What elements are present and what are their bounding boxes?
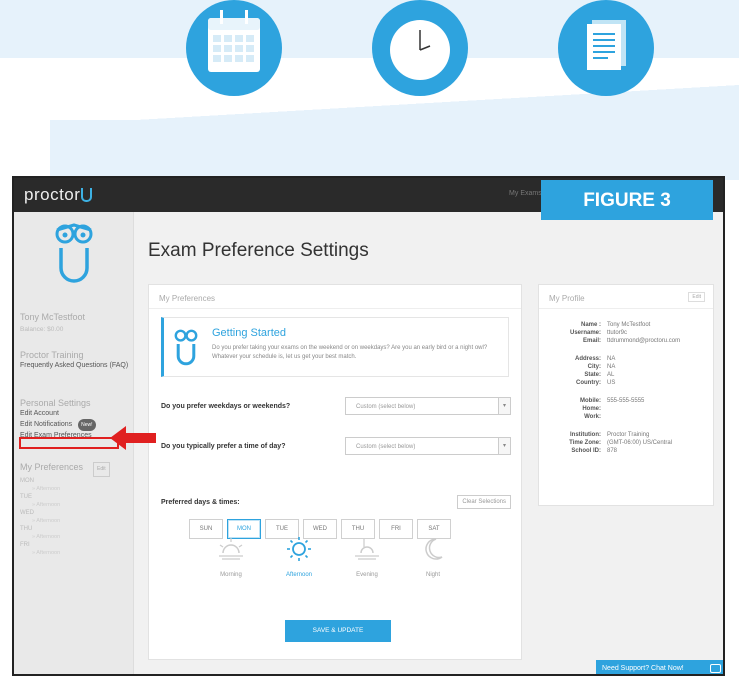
- profile-row: Mobile: 555-555-5555: [580, 398, 645, 404]
- pref-day: MON: [20, 478, 34, 484]
- pref-time: » Afternoon: [32, 502, 61, 508]
- profile-row: Address: NA: [574, 356, 616, 362]
- clear-selections-button[interactable]: Clear Selections: [457, 495, 511, 509]
- preferences-panel: My Preferences Getting Started Do you pr…: [148, 284, 522, 660]
- time-option-morning[interactable]: Morning: [205, 535, 257, 578]
- chat-support-button[interactable]: Need Support? Chat Now!: [596, 660, 723, 674]
- logo-u-icon: [81, 188, 93, 202]
- weekdays-select[interactable]: Custom (select below) ▾: [345, 397, 511, 415]
- user-balance: Balance: $0.00: [20, 326, 64, 333]
- chevron-down-icon: ▾: [498, 398, 510, 414]
- time-option-afternoon[interactable]: Afternoon: [273, 535, 325, 578]
- faq-link[interactable]: Frequently Asked Questions (FAQ): [20, 361, 130, 371]
- time-option-evening[interactable]: Evening: [341, 535, 393, 578]
- sunrise-icon: [219, 538, 243, 560]
- profile-row: Work:: [584, 414, 601, 420]
- new-badge: New!: [78, 419, 96, 431]
- sun-icon: [287, 537, 311, 561]
- figure-stage: FIGURE 3 proctor My Exams My Tony McTest…: [0, 0, 739, 679]
- chevron-down-icon: ▾: [498, 438, 510, 454]
- profile-row: Country: US: [576, 380, 616, 386]
- edit-account-link[interactable]: Edit Account: [20, 409, 130, 419]
- pref-day: WED: [20, 510, 34, 516]
- preferences-panel-title: My Preferences: [149, 285, 521, 309]
- pref-day: THU: [20, 526, 33, 532]
- sidebar-prefs-title: My Preferences: [20, 462, 84, 472]
- chat-icon: [710, 664, 721, 673]
- lower-band: [50, 120, 739, 180]
- user-block: Tony McTestfoot Balance: $0.00: [20, 312, 85, 335]
- owl-icon: [174, 329, 198, 366]
- settings-title: Personal Settings: [20, 398, 91, 408]
- pref-time: » Afternoon: [32, 518, 61, 524]
- time-label: Evening: [356, 572, 378, 578]
- profile-row: Time Zone: (GMT-06:00) US/Central: [569, 440, 673, 446]
- highlight-box: [19, 437, 119, 449]
- getting-started-text: Do you prefer taking your exams on the w…: [212, 345, 488, 360]
- page-title: Exam Preference Settings: [148, 240, 369, 261]
- figure-label: FIGURE 3: [541, 180, 713, 220]
- clock-icon: [372, 0, 468, 96]
- sidebar-prefs-edit-button[interactable]: Edit: [93, 462, 110, 477]
- owl-logo-icon: [55, 223, 93, 283]
- time-label: Morning: [220, 572, 242, 578]
- document-icon: [558, 0, 654, 96]
- getting-started-box: Getting Started Do you prefer taking you…: [161, 317, 509, 377]
- pref-time: » Afternoon: [32, 550, 61, 556]
- calendar-icon: [186, 0, 282, 96]
- app-logo[interactable]: proctor: [24, 185, 93, 205]
- pref-time: » Afternoon: [32, 486, 61, 492]
- training-title: Proctor Training: [20, 350, 84, 360]
- profile-row: State: AL: [584, 372, 615, 378]
- profile-row: Username: ttutor9c: [569, 330, 628, 336]
- training-block: Proctor Training Frequently Asked Questi…: [20, 350, 130, 371]
- profile-row: School ID: 878: [571, 448, 618, 454]
- days-label: Preferred days & times:: [161, 499, 240, 506]
- time-label: Afternoon: [285, 572, 313, 578]
- time-label: Night: [425, 572, 440, 578]
- profile-panel: My Profile Edit Name : Tony McTestfoot Us…: [538, 284, 714, 506]
- profile-row: Home:: [582, 406, 601, 412]
- pref-time: » Afternoon: [32, 534, 61, 540]
- time-option-night[interactable]: Night: [407, 535, 459, 578]
- profile-edit-button[interactable]: Edit: [688, 292, 705, 302]
- profile-row: City: NA: [587, 364, 616, 370]
- pointer-arrow-icon: [110, 426, 156, 450]
- sidebar-preferences: My Preferences Edit MON » Afternoon TUE »…: [20, 462, 130, 557]
- weekdays-question: Do you prefer weekdays or weekends?: [161, 403, 291, 410]
- profile-row: Institution: Proctor Training: [570, 432, 650, 438]
- pref-day: TUE: [20, 494, 32, 500]
- sunset-icon: [355, 539, 379, 560]
- pref-day: FRI: [20, 542, 30, 548]
- time-of-day-select[interactable]: Custom (select below) ▾: [345, 437, 511, 455]
- profile-row: Email: ttdrummond@proctoru.com: [582, 338, 681, 344]
- profile-row: Name : Tony McTestfoot: [580, 322, 651, 328]
- moon-icon: [425, 538, 443, 560]
- getting-started-title: Getting Started: [212, 327, 286, 339]
- profile-panel-title: My Profile: [539, 285, 713, 309]
- user-name: Tony McTestfoot: [20, 312, 86, 322]
- time-of-day-question: Do you typically prefer a time of day?: [161, 443, 286, 450]
- save-update-button[interactable]: SAVE & UPDATE: [285, 620, 391, 642]
